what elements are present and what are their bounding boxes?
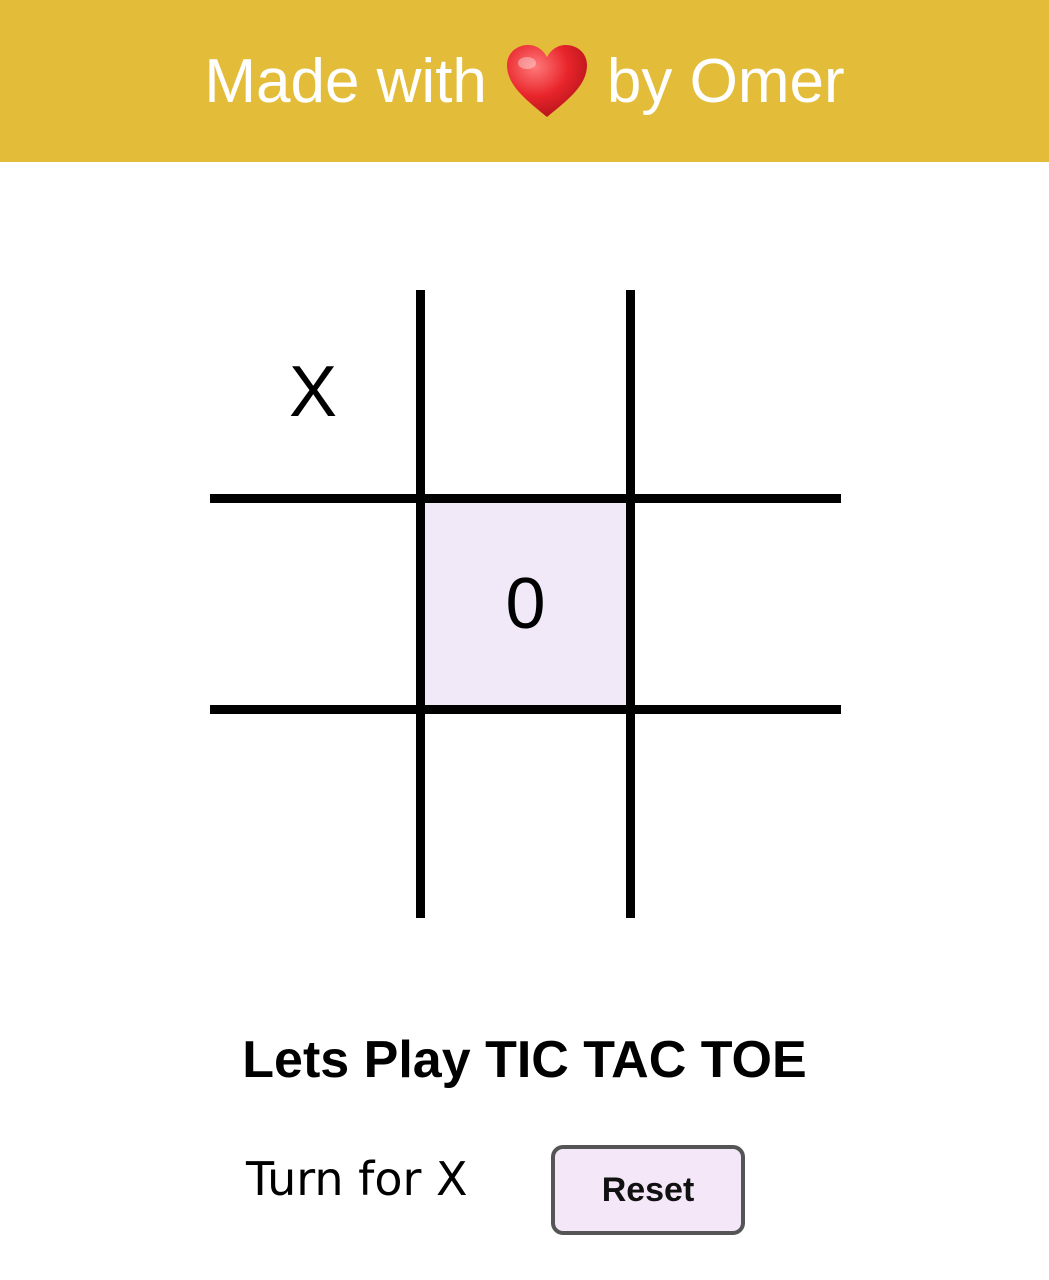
game-title: Lets Play TIC TAC TOE xyxy=(242,1031,807,1089)
grid-line-horizontal-2 xyxy=(210,705,841,714)
board-cell-3[interactable] xyxy=(210,503,416,705)
grid-line-vertical-1 xyxy=(416,290,425,918)
board-cell-1[interactable] xyxy=(425,290,626,494)
header-text-before: Made with xyxy=(204,46,487,116)
board-cell-4[interactable]: 0 xyxy=(425,503,626,705)
board-cell-7[interactable] xyxy=(425,714,626,918)
header-text-after: by Omer xyxy=(606,46,845,116)
board-cell-0[interactable]: X xyxy=(210,290,416,494)
turn-status: Turn for X xyxy=(246,1152,468,1206)
board-cell-6[interactable] xyxy=(210,714,416,918)
board-cell-8[interactable] xyxy=(635,714,841,918)
reset-button[interactable]: Reset xyxy=(551,1145,745,1235)
heart-icon xyxy=(505,43,589,119)
board-cell-2[interactable] xyxy=(635,290,841,494)
board-cell-5[interactable] xyxy=(635,503,841,705)
grid-line-horizontal-1 xyxy=(210,494,841,503)
grid-line-vertical-2 xyxy=(626,290,635,918)
header-banner: Made with by Omer xyxy=(0,0,1049,162)
game-board: X 0 xyxy=(210,290,841,918)
